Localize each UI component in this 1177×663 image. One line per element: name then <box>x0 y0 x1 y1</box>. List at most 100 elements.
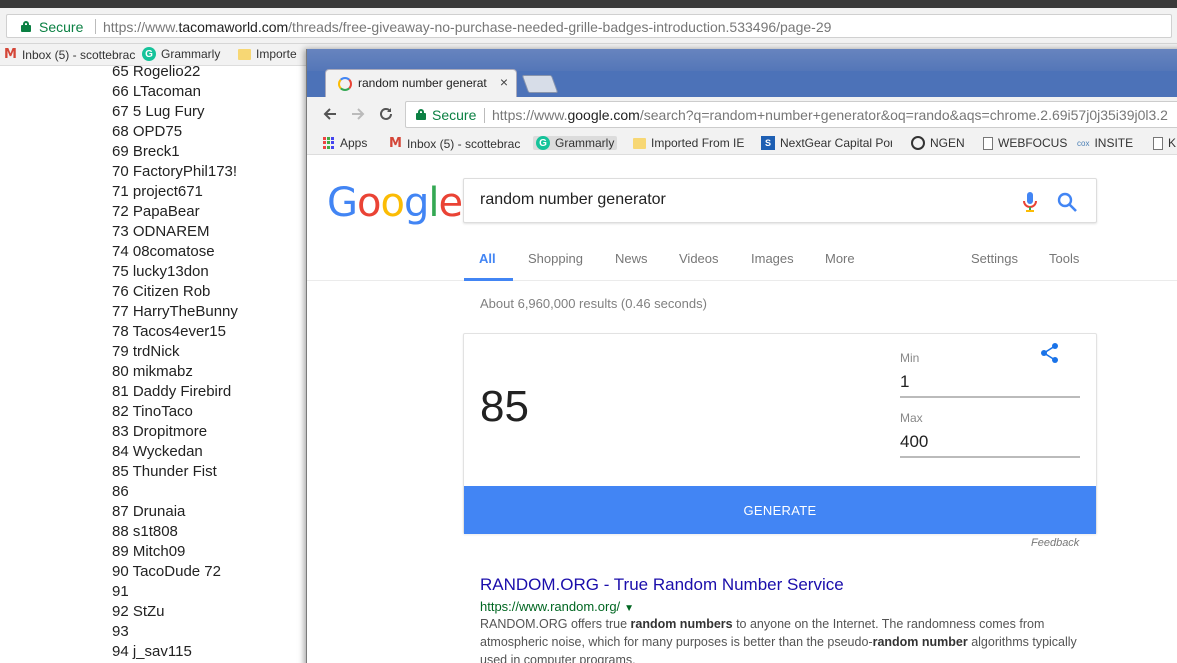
bookmark-label: Apps <box>340 136 368 150</box>
min-input[interactable]: 1 <box>900 372 909 392</box>
forum-entry: 81 Daddy Firebird <box>112 383 232 400</box>
url-separator <box>484 108 485 123</box>
active-tab-indicator <box>464 278 513 281</box>
tab-news[interactable]: News <box>615 251 648 266</box>
tab-shopping[interactable]: Shopping <box>528 251 583 266</box>
bookmark-insite[interactable]: cox INSITE <box>1077 136 1133 150</box>
bookmark-nextgear[interactable]: S NextGear Capital Por <box>761 136 892 150</box>
search-box[interactable]: random number generator <box>463 178 1097 223</box>
random-number-widget: 85 Min 1 Max 400 GENERATE <box>463 333 1097 534</box>
apps-grid-icon <box>323 137 335 149</box>
sharepoint-icon: S <box>761 136 775 150</box>
max-input[interactable]: 400 <box>900 432 928 452</box>
tab-title: random number generat <box>358 76 487 90</box>
forum-entry: 78 Tacos4ever15 <box>112 323 226 340</box>
url-separator <box>95 19 96 34</box>
forum-entry: 84 Wyckedan <box>112 443 203 460</box>
forum-entry: 85 Thunder Fist <box>112 463 217 480</box>
titlebar-background <box>307 49 1177 71</box>
logo-letter: e <box>438 180 463 226</box>
secure-label: Secure <box>39 19 84 35</box>
foreground-browser-window: random number generat × Secure https://w… <box>306 49 1177 663</box>
dropdown-caret-icon[interactable]: ▼ <box>624 603 634 614</box>
lock-icon <box>21 21 31 32</box>
url-text: https://www.google.com/search?q=random+n… <box>492 107 1168 123</box>
background-url-text: https://www.tacomaworld.com/threads/free… <box>103 19 832 35</box>
tab-settings[interactable]: Settings <box>971 251 1018 266</box>
forum-entry: 93 <box>112 623 129 640</box>
max-label: Max <box>900 411 923 425</box>
background-window-titlebar <box>0 0 1177 8</box>
bookmark-imported[interactable]: Importe <box>238 47 297 61</box>
tab-close-icon[interactable]: × <box>500 74 508 90</box>
bookmark-k[interactable]: K <box>1153 136 1176 150</box>
forum-entry: 70 FactoryPhil173! <box>112 163 238 180</box>
forum-entry: 89 Mitch09 <box>112 543 186 560</box>
logo-letter: l <box>428 180 439 226</box>
search-icon[interactable] <box>1056 191 1078 213</box>
forum-entry: 90 TacoDude 72 <box>112 563 221 580</box>
back-arrow-icon[interactable] <box>319 103 341 125</box>
logo-letter: g <box>403 180 429 226</box>
generate-button[interactable]: GENERATE <box>464 486 1096 534</box>
feedback-link[interactable]: Feedback <box>1031 537 1079 549</box>
result-url-text: https://www.random.org/ <box>480 599 621 614</box>
new-tab-button[interactable] <box>521 75 559 93</box>
tab-tools[interactable]: Tools <box>1049 251 1079 266</box>
bookmark-ngen[interactable]: NGEN <box>911 136 965 150</box>
bookmark-label: INSITE <box>1094 136 1134 150</box>
tab-more[interactable]: More <box>825 251 855 266</box>
bookmark-inbox[interactable]: M Inbox (5) - scottebrac <box>4 47 135 62</box>
logo-letter: o <box>380 180 405 226</box>
address-bar[interactable]: Secure https://www.google.com/search?q=r… <box>405 101 1177 128</box>
forum-entry: 73 ODNAREM <box>112 223 210 240</box>
result-stats: About 6,960,000 results (0.46 seconds) <box>480 296 707 311</box>
forum-entry: 66 LTacoman <box>112 83 201 100</box>
forum-entry: 69 Breck1 <box>112 143 180 160</box>
forward-arrow-icon[interactable] <box>347 103 369 125</box>
share-icon[interactable] <box>1040 342 1060 364</box>
bookmark-label: WEBFOCUS <box>998 136 1068 150</box>
forum-entry: 80 mikmabz <box>112 363 193 380</box>
forum-entry: 94 j_sav115 <box>112 643 192 660</box>
tab-all[interactable]: All <box>479 251 496 266</box>
forum-entry: 65 Rogelio22 <box>112 63 201 80</box>
result-url[interactable]: https://www.random.org/▼ <box>480 599 634 614</box>
bookmark-label: Imported From IE <box>651 136 745 150</box>
bookmark-label: Grammarly <box>161 47 221 61</box>
forum-entry: 91 <box>112 583 129 600</box>
grammarly-icon: G <box>142 47 156 61</box>
bookmark-label: NGEN <box>930 136 965 150</box>
tab-images[interactable]: Images <box>751 251 794 266</box>
forum-entry: 76 Citizen Rob <box>112 283 211 300</box>
bookmark-grammarly[interactable]: G Grammarly <box>142 47 220 61</box>
forum-entry: 74 08comatose <box>112 243 215 260</box>
microphone-icon[interactable] <box>1020 191 1040 213</box>
page-icon <box>1153 136 1163 150</box>
search-input[interactable]: random number generator <box>480 191 666 209</box>
bookmark-label: K <box>1168 136 1177 150</box>
foreground-titlebar: random number generat × <box>307 49 1177 97</box>
result-snippet: RANDOM.ORG offers true random numbers to… <box>480 617 1077 663</box>
reload-icon[interactable] <box>375 103 397 125</box>
bookmark-grammarly[interactable]: G Grammarly <box>533 136 618 150</box>
forum-entry: 71 project671 <box>112 183 203 200</box>
result-title-link[interactable]: RANDOM.ORG - True Random Number Service <box>480 575 844 595</box>
min-input-underline <box>900 396 1080 398</box>
grammarly-icon: G <box>536 136 550 150</box>
forum-entry: 75 lucky13don <box>112 263 209 280</box>
background-url-field[interactable]: Secure https://www.tacomaworld.com/threa… <box>6 14 1172 38</box>
google-logo[interactable]: Google <box>327 180 463 226</box>
tab-random-number-generator[interactable]: random number generat × <box>325 69 517 97</box>
bookmark-apps[interactable]: Apps <box>323 136 367 150</box>
lock-icon <box>416 109 426 120</box>
forum-entry: 77 HarryTheBunny <box>112 303 238 320</box>
bookmark-imported-from-ie[interactable]: Imported From IE <box>633 136 744 150</box>
bookmark-inbox[interactable]: M Inbox (5) - scottebrac <box>389 136 521 151</box>
forum-entry-list: 65 Rogelio22 66 LTacoman 67 5 Lug Fury 68 O… <box>112 62 312 662</box>
bookmark-webfocus[interactable]: WEBFOCUS <box>983 136 1067 150</box>
forum-entry: 87 Drunaia <box>112 503 186 520</box>
forum-entry: 67 5 Lug Fury <box>112 103 205 120</box>
tab-videos[interactable]: Videos <box>679 251 719 266</box>
logo-letter: G <box>327 180 358 226</box>
